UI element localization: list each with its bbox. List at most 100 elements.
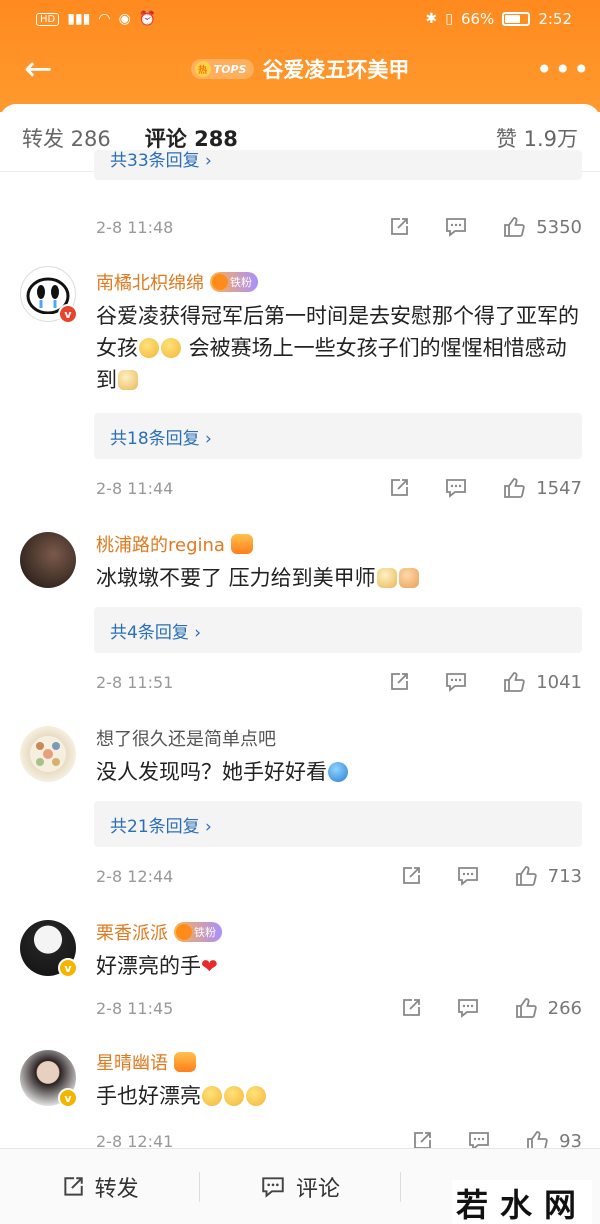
comment-actions: 5350 [388, 215, 582, 239]
avatar[interactable]: v [20, 266, 78, 324]
like-button[interactable]: 266 [514, 996, 582, 1020]
divider [399, 1171, 401, 1202]
like-button[interactable]: 713 [514, 864, 582, 888]
reply-link[interactable]: 共21条回复 › [94, 801, 582, 847]
page-title: 谷爱凌五环美甲 [262, 58, 410, 82]
comment-time: 2-8 11:48 [96, 217, 174, 237]
reply-count: 共4条回复 › [110, 622, 202, 643]
comment-text: 好漂亮的手❤ [96, 950, 586, 982]
comment-time: 2-8 11:51 [96, 672, 174, 692]
comment-icon[interactable] [444, 216, 468, 238]
dog-emoji-icon [376, 568, 397, 588]
battery-fill [505, 15, 520, 23]
smile-emoji-icon [161, 338, 181, 358]
clock: 2:52 [538, 10, 572, 28]
tab-repost[interactable]: 转发 286 [22, 123, 111, 153]
comment-text: 谷爱凌获得冠军后第一时间是去安慰那个得了亚军的女孩 会被赛场上一些女孩子们的惺惺… [96, 300, 586, 396]
crown-icon [212, 274, 228, 290]
tab-likes[interactable]: 赞 1.9万 [496, 123, 578, 153]
share-icon[interactable] [388, 477, 410, 499]
avatar[interactable] [20, 532, 76, 588]
comment-time: 2-8 11:45 [96, 998, 174, 1018]
comment-actions: 266 [400, 996, 582, 1020]
vibrate-icon: ▯ [445, 11, 453, 27]
comment-icon[interactable] [456, 865, 480, 887]
comment-icon[interactable] [444, 671, 468, 693]
comment-text: 冰墩墩不要了 压力给到美甲师 [96, 562, 586, 594]
avatar-image [20, 726, 76, 782]
like-button[interactable]: 5350 [502, 215, 582, 239]
crown-icon [176, 924, 192, 940]
title-wrap: 热 TOPS 谷爱凌五环美甲 [190, 54, 410, 84]
comment-time: 2-8 12:44 [96, 866, 174, 886]
username[interactable]: 桃浦路的regina [96, 531, 225, 557]
like-button[interactable]: 1041 [502, 670, 582, 694]
comment-button[interactable]: 评论 [200, 1171, 399, 1203]
username-row: 想了很久还是简单点吧 [96, 724, 276, 752]
tab-comment[interactable]: 评论 288 [145, 123, 238, 153]
reply-link[interactable]: 共4条回复 › [94, 607, 582, 653]
battery-icon [502, 12, 531, 26]
reply-link[interactable]: 共18条回复 › [94, 413, 582, 459]
signal-icon: ▮▮▮ [67, 11, 91, 27]
verified-badge: v [58, 1088, 78, 1108]
like-count: 266 [547, 997, 582, 1019]
username[interactable]: 栗香派派 [96, 919, 168, 945]
comment-text-part: 没人发现吗？她手好好看 [96, 760, 327, 784]
share-icon[interactable] [400, 997, 422, 1019]
like-button[interactable]: 1547 [502, 476, 582, 500]
comment-text: 没人发现吗？她手好好看 [96, 756, 586, 788]
comment-label: 评论 [295, 1176, 340, 1202]
reply-link[interactable]: 共33条回复 › [94, 150, 582, 180]
fan-badge-label: 铁粉 [230, 276, 252, 289]
comment-actions: 1041 [388, 670, 582, 694]
comment-text: 手也好漂亮 [96, 1080, 586, 1112]
status-bar: HD ▮▮▮ ◠ ◉ ⏰ ✱ ▯ 66% 2:52 [0, 0, 600, 38]
username[interactable]: 想了很久还是简单点吧 [96, 725, 276, 751]
username-row: 星晴幽语 [96, 1048, 196, 1076]
avatar[interactable]: v [20, 920, 78, 978]
comment-actions: 713 [400, 864, 582, 888]
share-icon[interactable] [388, 671, 410, 693]
comment-time: 2-8 11:44 [96, 478, 174, 498]
username[interactable]: 南橘北枳绵绵 [96, 269, 204, 295]
crying-emoji-icon [246, 1086, 266, 1106]
crying-emoji-icon [224, 1086, 244, 1106]
comment-meta: 2-8 11:48 5350 [96, 212, 582, 242]
fan-badge: 铁粉 [210, 272, 258, 292]
avatar[interactable]: v [20, 1050, 78, 1108]
like-count: 1547 [536, 477, 582, 499]
hd-icon: HD [36, 12, 60, 26]
comment-icon[interactable] [456, 997, 480, 1019]
reply-count: 共33条回复 › [110, 150, 212, 171]
share-icon[interactable] [400, 865, 422, 887]
top-header: HD ▮▮▮ ◠ ◉ ⏰ ✱ ▯ 66% 2:52 ← 热 TOPS 谷爱凌五环美… [0, 0, 600, 112]
like-count: 1041 [536, 671, 582, 693]
emoji-icon [328, 762, 348, 782]
username[interactable]: 星晴幽语 [96, 1049, 168, 1075]
username-row: 南橘北枳绵绵 铁粉 [96, 268, 258, 296]
hot-search-icon: 热 [194, 61, 211, 77]
comment-text-part: 冰墩墩不要了 压力给到美甲师 [96, 566, 376, 590]
comment-meta: 2-8 11:45 266 [96, 993, 582, 1023]
back-arrow-icon[interactable]: ← [24, 52, 64, 86]
thumb-up-icon [515, 998, 537, 1018]
like-count: 5350 [536, 216, 582, 238]
avatar[interactable] [20, 726, 76, 782]
comment-icon [262, 1176, 284, 1198]
comment-meta: 2-8 12:44 713 [96, 861, 582, 891]
verified-badge: v [58, 304, 78, 324]
reply-count: 共21条回复 › [110, 816, 212, 837]
battery-percent: 66% [460, 10, 495, 28]
verified-badge: v [58, 958, 78, 978]
status-left: HD ▮▮▮ ◠ ◉ ⏰ [36, 12, 156, 26]
thumbs-up-emoji-icon [398, 568, 419, 588]
smile-emoji-icon [139, 338, 159, 358]
bluetooth-icon: ✱ [425, 11, 438, 27]
share-icon[interactable] [388, 216, 410, 238]
more-dots-icon[interactable]: ••• [536, 53, 590, 86]
comment-icon[interactable] [444, 477, 468, 499]
status-right: ✱ ▯ 66% 2:52 [426, 10, 572, 28]
repost-button[interactable]: 转发 [0, 1171, 199, 1203]
comment-text-part: 手也好漂亮 [96, 1084, 201, 1108]
